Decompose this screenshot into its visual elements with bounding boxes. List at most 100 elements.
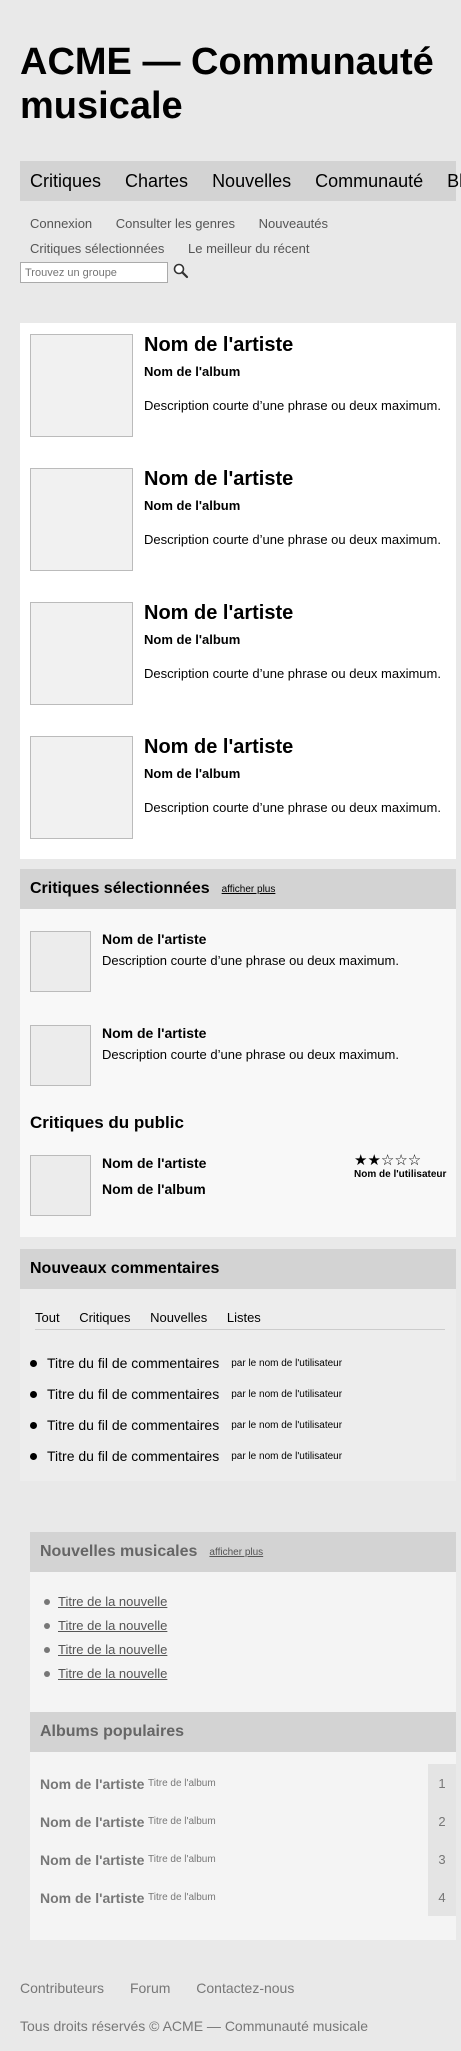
- comments-title: Nouveaux commentaires: [30, 1260, 220, 1277]
- nav-nouvelles[interactable]: Nouvelles: [212, 171, 291, 192]
- featured-item[interactable]: Nom de l'artiste Nom de l'album Descript…: [30, 736, 450, 840]
- artist-name[interactable]: Nom de l'artiste: [40, 1776, 144, 1792]
- album-title[interactable]: Titre de l'album: [148, 1892, 216, 1903]
- comment-item[interactable]: Titre du fil de commentaires par le nom …: [30, 1355, 342, 1371]
- artist-name[interactable]: Nom de l'artiste: [144, 736, 293, 759]
- footer-link-forum[interactable]: Forum: [130, 1980, 170, 1996]
- footer-links: Contributeurs Forum Contactez-nous: [20, 1980, 316, 1996]
- public-critiques-title: Critiques du public: [30, 1113, 184, 1132]
- news-more-link[interactable]: afficher plus: [209, 1547, 263, 1558]
- artist-name[interactable]: Nom de l'artiste: [40, 1852, 144, 1868]
- news-link[interactable]: Titre de la nouvelle: [58, 1618, 167, 1633]
- news-link[interactable]: Titre de la nouvelle: [58, 1642, 167, 1657]
- search-input[interactable]: [20, 262, 168, 283]
- comment-item[interactable]: Titre du fil de commentaires par le nom …: [30, 1417, 342, 1433]
- comment-item[interactable]: Titre du fil de commentaires par le nom …: [30, 1448, 342, 1464]
- subnav-critiques-selectionnees[interactable]: Critiques sélectionnées: [30, 241, 164, 256]
- news-item[interactable]: Titre de la nouvelle: [44, 1618, 167, 1633]
- featured-item[interactable]: Nom de l'artiste Nom de l'album Descript…: [30, 468, 450, 572]
- album-title[interactable]: Titre de l'album: [148, 1854, 216, 1865]
- search-icon[interactable]: [172, 262, 190, 280]
- critiques-body: Nom de l'artiste Description courte d’un…: [20, 909, 456, 1237]
- artist-name[interactable]: Nom de l'artiste: [40, 1890, 144, 1906]
- album-description: Description courte d’une phrase ou deux …: [144, 666, 441, 681]
- nav-chartes[interactable]: Chartes: [125, 171, 188, 192]
- footer-link-contributeurs[interactable]: Contributeurs: [20, 1980, 104, 1996]
- album-cover[interactable]: [30, 1025, 91, 1086]
- featured-albums: Nom de l'artiste Nom de l'album Descript…: [20, 323, 456, 859]
- critique-item[interactable]: Nom de l'artiste Description courte d’un…: [30, 931, 450, 995]
- album-cover[interactable]: [30, 736, 133, 839]
- album-description: Description courte d’une phrase ou deux …: [144, 800, 441, 815]
- comment-item[interactable]: Titre du fil de commentaires par le nom …: [30, 1386, 342, 1402]
- critique-item[interactable]: Nom de l'artiste Description courte d’un…: [30, 1025, 450, 1089]
- album-description: Description courte d’une phrase ou deux …: [144, 532, 441, 547]
- footer-link-contact[interactable]: Contactez-nous: [196, 1980, 294, 1996]
- news-item[interactable]: Titre de la nouvelle: [44, 1642, 167, 1657]
- album-name[interactable]: Nom de l'album: [144, 766, 240, 781]
- nav-critiques[interactable]: Critiques: [30, 171, 101, 192]
- artist-name[interactable]: Nom de l'artiste: [102, 1155, 206, 1171]
- album-cover[interactable]: [30, 931, 91, 992]
- artist-name[interactable]: Nom de l'artiste: [144, 334, 293, 357]
- sidebar: Nouvelles musicales afficher plus Titre …: [30, 1532, 456, 1940]
- bullet-icon: [30, 1390, 37, 1398]
- album-row[interactable]: Nom de l'artiste Titre de l'album 2: [40, 1802, 456, 1840]
- featured-item[interactable]: Nom de l'artiste Nom de l'album Descript…: [30, 602, 450, 706]
- rating-stars: ★★☆☆☆: [354, 1152, 422, 1169]
- public-critique-item[interactable]: Nom de l'artiste Nom de l'album ★★☆☆☆ No…: [30, 1152, 450, 1219]
- bullet-icon: [30, 1421, 37, 1429]
- albums-header: Albums populaires: [30, 1712, 456, 1752]
- album-name[interactable]: Nom de l'album: [144, 364, 240, 379]
- username[interactable]: Nom de l'utilisateur: [354, 1169, 446, 1180]
- news-header: Nouvelles musicales afficher plus: [30, 1532, 456, 1572]
- artist-name[interactable]: Nom de l'artiste: [102, 1025, 206, 1041]
- featured-item[interactable]: Nom de l'artiste Nom de l'album Descript…: [30, 334, 450, 438]
- comment-author: par le nom de l'utilisateur: [231, 1357, 343, 1369]
- album-row[interactable]: Nom de l'artiste Titre de l'album 4: [40, 1878, 456, 1916]
- critiques-more-link[interactable]: afficher plus: [222, 884, 276, 895]
- comment-thread-title[interactable]: Titre du fil de commentaires: [47, 1355, 219, 1371]
- critiques-panel: Critiques sélectionnées afficher plus No…: [20, 869, 456, 1237]
- tab-tout[interactable]: Tout: [35, 1310, 60, 1325]
- comments-body: Tout Critiques Nouvelles Listes Titre du…: [20, 1289, 456, 1481]
- comment-thread-title[interactable]: Titre du fil de commentaires: [47, 1417, 219, 1433]
- album-row[interactable]: Nom de l'artiste Titre de l'album 1: [40, 1764, 456, 1802]
- subnav-nouveautes[interactable]: Nouveautés: [259, 216, 328, 231]
- artist-name[interactable]: Nom de l'artiste: [144, 468, 293, 491]
- artist-name[interactable]: Nom de l'artiste: [144, 602, 293, 625]
- album-title[interactable]: Titre de l'album: [148, 1816, 216, 1827]
- news-item[interactable]: Titre de la nouvelle: [44, 1666, 167, 1681]
- tab-nouvelles[interactable]: Nouvelles: [150, 1310, 207, 1325]
- album-cover[interactable]: [30, 602, 133, 705]
- comment-thread-title[interactable]: Titre du fil de commentaires: [47, 1448, 219, 1464]
- album-name[interactable]: Nom de l'album: [102, 1181, 206, 1197]
- album-row[interactable]: Nom de l'artiste Titre de l'album 3: [40, 1840, 456, 1878]
- news-link[interactable]: Titre de la nouvelle: [58, 1594, 167, 1609]
- news-item[interactable]: Titre de la nouvelle: [44, 1594, 167, 1609]
- copyright: Tous droits réservés © ACME — Communauté…: [20, 2018, 368, 2034]
- comment-thread-title[interactable]: Titre du fil de commentaires: [47, 1386, 219, 1402]
- bullet-icon: [44, 1646, 50, 1653]
- album-name[interactable]: Nom de l'album: [144, 632, 240, 647]
- album-name[interactable]: Nom de l'album: [144, 498, 240, 513]
- artist-name[interactable]: Nom de l'artiste: [40, 1814, 144, 1830]
- album-cover[interactable]: [30, 334, 133, 437]
- subnav-meilleur-recent[interactable]: Le meilleur du récent: [188, 241, 309, 256]
- album-cover[interactable]: [30, 468, 133, 571]
- nav-blog[interactable]: Blog: [447, 171, 461, 192]
- rank-badge: 3: [428, 1840, 456, 1878]
- tab-listes[interactable]: Listes: [227, 1310, 261, 1325]
- album-title[interactable]: Titre de l'album: [148, 1778, 216, 1789]
- sub-nav-row-1: Connexion Consulter les genres Nouveauté…: [30, 216, 348, 231]
- critique-description: Description courte d’une phrase ou deux …: [102, 1047, 399, 1062]
- artist-name[interactable]: Nom de l'artiste: [102, 931, 206, 947]
- tab-critiques[interactable]: Critiques: [79, 1310, 130, 1325]
- comment-author: par le nom de l'utilisateur: [231, 1388, 343, 1400]
- nav-communaute[interactable]: Communauté: [315, 171, 423, 192]
- subnav-connexion[interactable]: Connexion: [30, 216, 92, 231]
- news-link[interactable]: Titre de la nouvelle: [58, 1666, 167, 1681]
- album-cover[interactable]: [30, 1155, 91, 1216]
- bullet-icon: [30, 1452, 37, 1460]
- subnav-genres[interactable]: Consulter les genres: [116, 216, 235, 231]
